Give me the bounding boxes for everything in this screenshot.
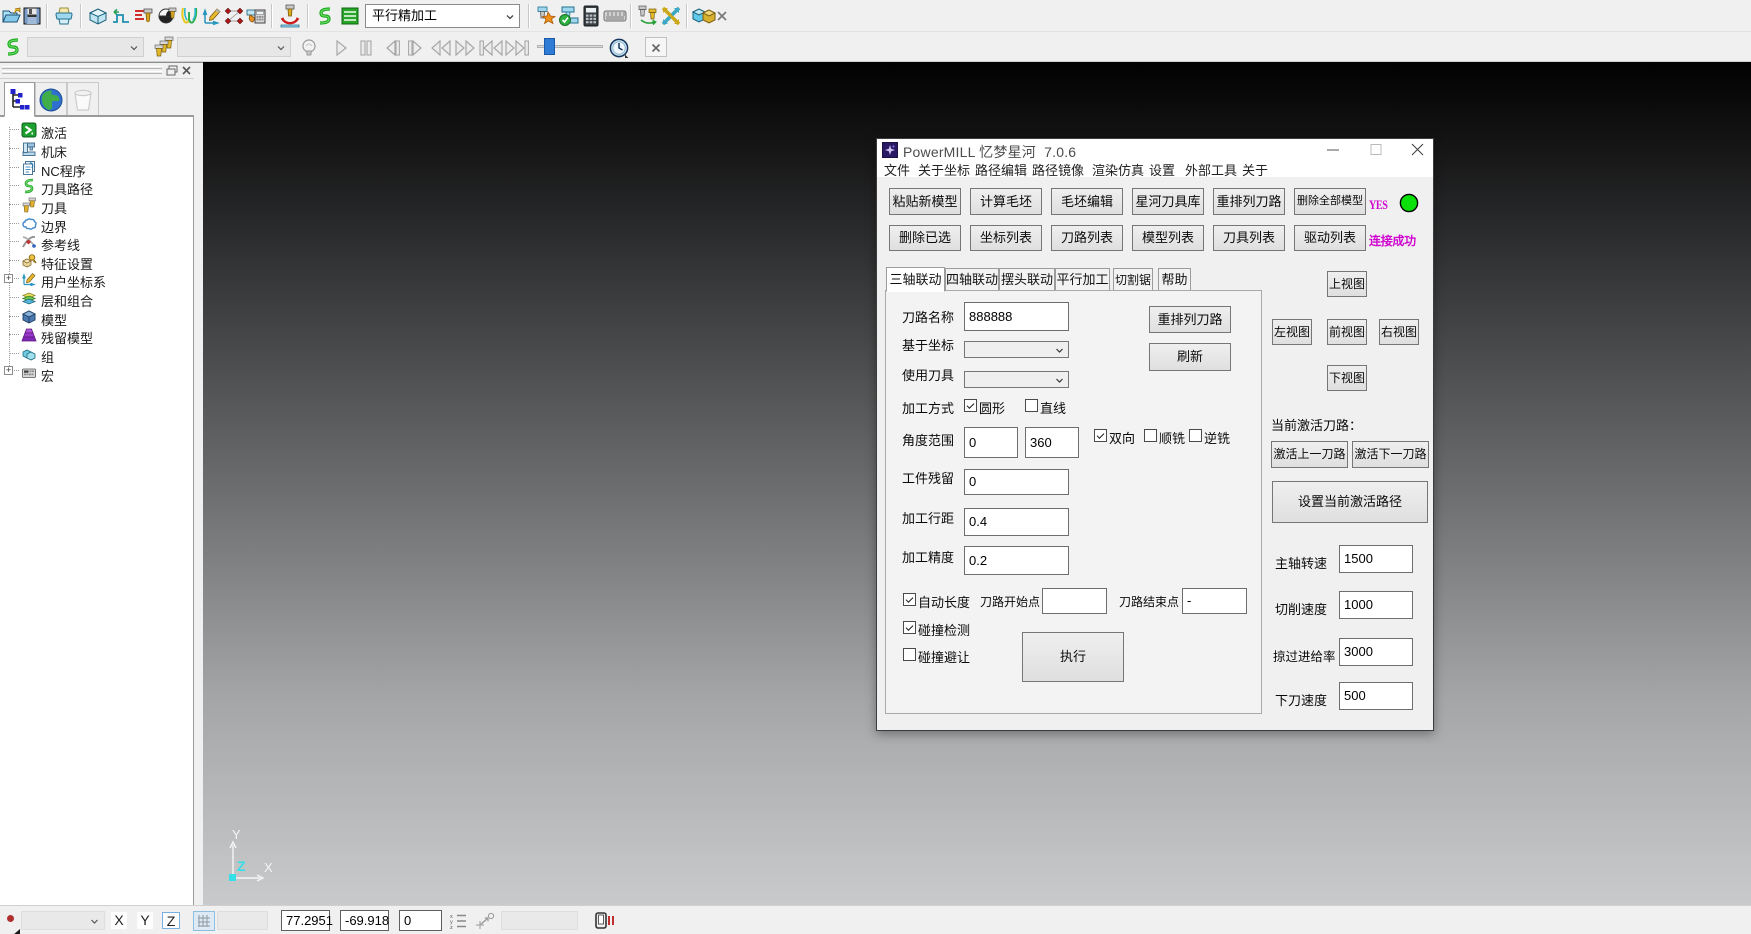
- svg-text:Z: Z: [237, 858, 246, 874]
- svg-text:X: X: [264, 860, 273, 875]
- svg-text:z: z: [450, 925, 453, 929]
- svg-text:Y: Y: [232, 830, 241, 842]
